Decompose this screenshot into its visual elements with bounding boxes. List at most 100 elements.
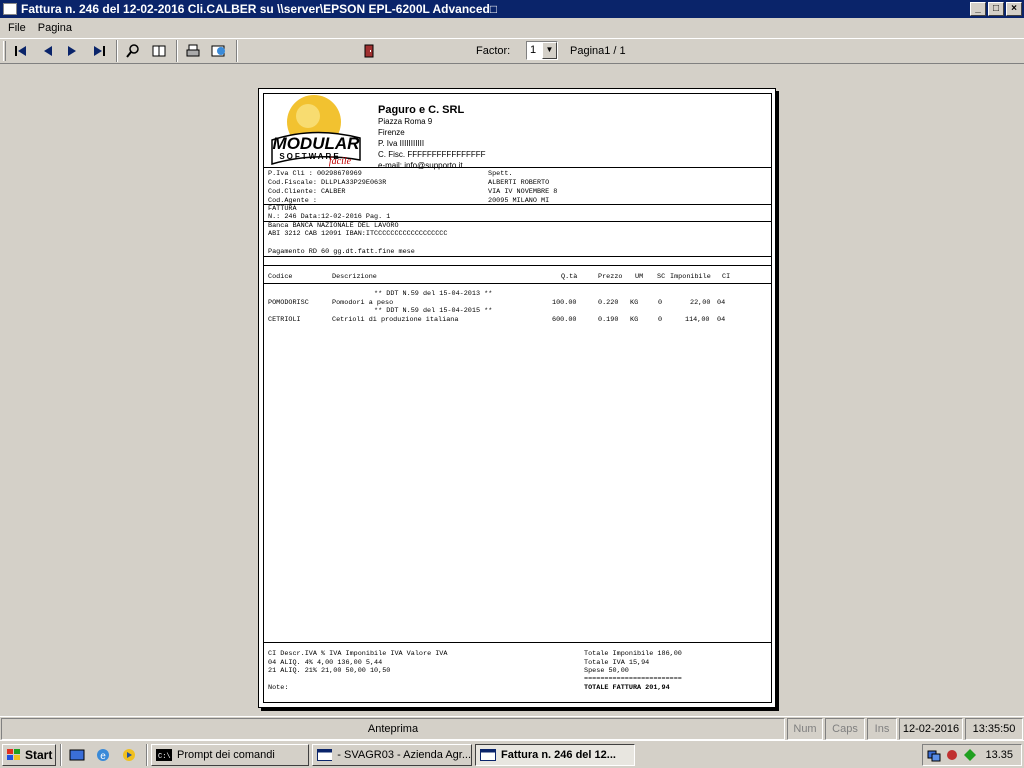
factor-select[interactable]: 1 ▼ [526,41,558,60]
window-icon [317,748,333,761]
invoice-page: MODULAR SOFTWARE facile Paguro e C. SRL … [258,88,776,708]
ddt-note: ** DDT N.59 del 15-04-2013 ** [374,290,493,298]
divider-line [264,642,771,643]
client-cf: Cod.Fiscale: DLLPLA33P29E063R [268,179,387,187]
row-imponibile: 22,00 [690,299,711,307]
doc-type: FATTURA [268,205,297,213]
last-page-icon[interactable] [88,41,110,61]
company-email: e-mail: info@supporto.it [378,161,463,170]
maximize-button[interactable]: □ [988,2,1004,16]
status-bar: Anteprima Num Caps Ins 12-02-2016 13:35:… [0,716,1024,740]
row-sc: 0 [658,316,663,324]
row-qta: 600.00 [552,316,577,324]
row-codice: POMODORISC [268,299,309,307]
zoom-icon[interactable] [122,41,144,61]
recipient-street: VIA IV NOVEMBRE 8 [488,188,558,196]
menu-pagina[interactable]: Pagina [32,22,78,34]
window-title: Fattura n. 246 del 12-02-2016 Cli.CALBER… [21,2,498,16]
row-sc: 0 [658,299,663,307]
media-player-icon[interactable] [118,745,140,765]
task-fattura[interactable]: Fattura n. 246 del 12... [475,743,635,766]
toolbar-separator [116,40,118,62]
vat-row: 21 ALIQ. 21% 21,00 50,00 10,50 [268,667,391,675]
row-um: KG [630,316,639,324]
page-indicator: Pagina1 / 1 [570,45,626,57]
windows-logo-icon [7,748,20,760]
task-svagr[interactable]: - SVAGR03 - Azienda Agr... [312,743,472,766]
row-descrizione: Cetrioli di produzione italiana [332,316,459,324]
ddt-note: ** DDT N.59 del 15-04-2015 ** [374,307,493,315]
preview-canvas: MODULAR SOFTWARE facile Paguro e C. SRL … [0,64,1024,716]
company-city: Firenze [378,128,405,137]
client-code: Cod.Cliente: CALBER [268,188,346,196]
invoice-frame: MODULAR SOFTWARE facile Paguro e C. SRL … [263,93,772,703]
total-divider: ======================== [584,675,682,683]
tray-clock: 13.35 [985,749,1013,761]
logo-script: facile [329,156,352,167]
close-button[interactable]: × [1006,2,1022,16]
status-num: Num [787,718,823,740]
browser-icon[interactable]: e [92,745,114,765]
factor-value: 1 [530,44,537,56]
console-icon: C:\ [156,748,172,761]
vat-header: CI Descr.IVA % IVA Imponibile IVA Valore… [268,650,448,658]
next-page-icon[interactable] [62,41,84,61]
company-cf: C. Fisc. FFFFFFFFFFFFFFFF [378,150,486,159]
status-time: 13:35:50 [965,718,1023,740]
task-label: Fattura n. 246 del 12... [501,748,616,761]
update-icon[interactable] [963,748,977,762]
security-icon[interactable] [945,748,959,762]
modular-software-logo: MODULAR SOFTWARE facile [271,95,361,167]
payment-terms: Pagamento RD 60 gg.dt.fatt.fine mese [268,248,415,256]
toolbar-grip [3,41,6,61]
bank-name: Banca BANCA NAZIONALE DEL LAVORO [268,222,399,230]
row-um: KG [630,299,639,307]
start-label: Start [25,747,53,762]
minimize-button[interactable]: _ [970,2,986,16]
title-bar: Fattura n. 246 del 12-02-2016 Cli.CALBER… [0,0,1024,18]
system-tray: 13.35 [922,744,1022,766]
row-prezzo: 0.190 [598,316,619,324]
company-name: Paguro e C. SRL [378,104,465,116]
task-cmd[interactable]: C:\ Prompt dei comandi [151,743,309,766]
col-imponibile: Imponibile [670,273,711,281]
row-codice: CETRIOLI [268,316,301,324]
client-piva: P.Iva Cli : 00298670969 [268,170,362,178]
app-icon [3,3,17,15]
doc-number: N.: 246 Data:12-02-2016 Pag. 1 [268,213,391,221]
divider-line [264,256,771,257]
company-block: Paguro e C. SRL Piazza Roma 9 Firenze P.… [378,104,486,171]
network-icon[interactable] [927,748,941,762]
prev-page-icon[interactable] [36,41,58,61]
chevron-down-icon[interactable]: ▼ [542,42,557,59]
menu-file[interactable]: File [2,22,32,34]
total-taxable: Totale Imponibile 186,00 [584,650,682,658]
col-descrizione: Descrizione [332,273,377,281]
bank-codes: ABI 3212 CAB 12091 IBAN:ITCCCCCCCCCCCCCC… [268,230,448,238]
col-sc: SC [657,273,666,281]
task-label: - SVAGR03 - Azienda Agr... [337,748,471,761]
exit-icon[interactable] [358,41,380,61]
col-um: UM [635,273,644,281]
toolbar-separator [236,40,238,62]
divider-line [264,204,771,205]
first-page-icon[interactable] [10,41,32,61]
export-icon[interactable] [208,41,230,61]
col-ci: CI [722,273,731,281]
toolbar-separator [176,40,178,62]
desktop-icon[interactable] [66,745,88,765]
col-prezzo: Prezzo [598,273,623,281]
status-preview: Anteprima [1,718,785,740]
print-icon[interactable] [182,41,204,61]
divider-line [264,283,771,284]
expenses: Spese 50,00 [584,667,629,675]
row-imponibile: 114,00 [685,316,710,324]
row-qta: 100.00 [552,299,577,307]
two-pages-icon[interactable] [148,41,170,61]
start-button[interactable]: Start [2,743,56,766]
status-caps: Caps [825,718,865,740]
row-prezzo: 0.220 [598,299,619,307]
toolbar: Factor: 1 ▼ Pagina1 / 1 [0,38,1024,64]
row-ci: 04 [717,316,726,324]
company-address: Piazza Roma 9 [378,117,433,126]
